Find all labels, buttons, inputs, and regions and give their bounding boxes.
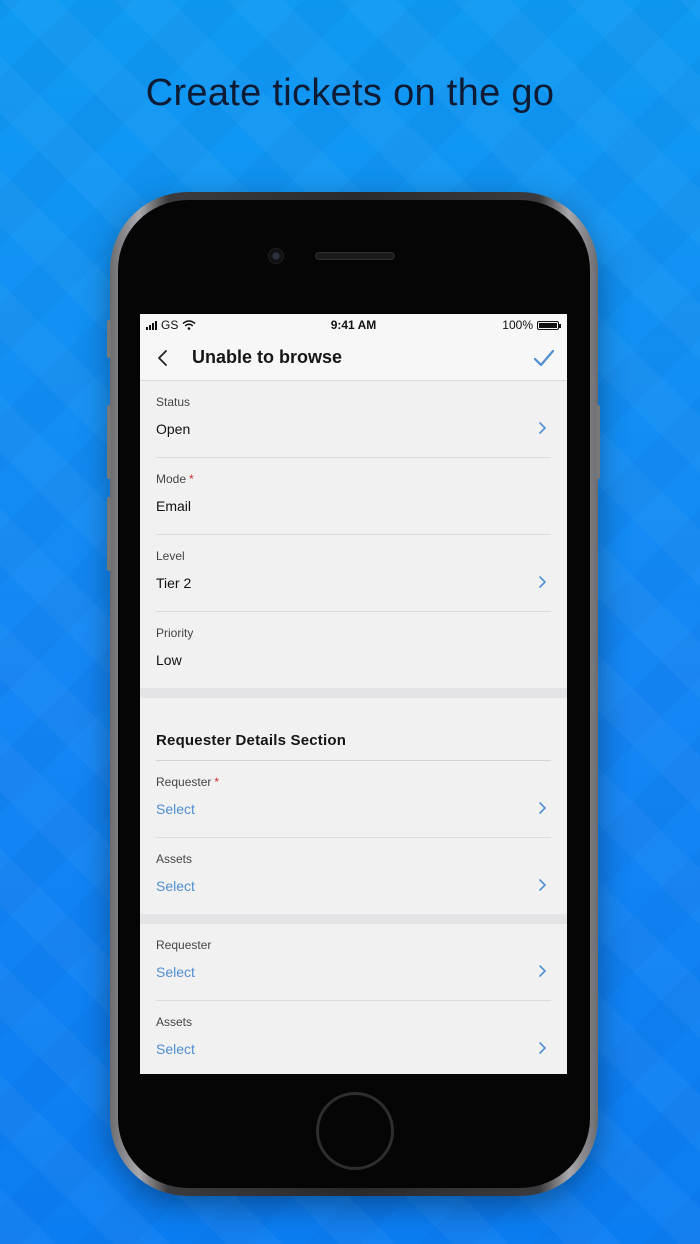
field-label: Requester *: [156, 775, 220, 789]
level-field[interactable]: Level Tier 2: [156, 535, 551, 612]
field-label: Priority: [156, 626, 194, 640]
required-marker: *: [214, 775, 220, 789]
chevron-right-icon: [539, 576, 547, 588]
navigation-bar: Unable to browse: [140, 336, 567, 381]
ticket-form: Status Open Mode * Email Level Tier 2 Pri…: [140, 381, 567, 688]
field-label: Mode *: [156, 472, 194, 486]
field-label: Status: [156, 395, 191, 409]
chevron-right-icon: [539, 1042, 547, 1054]
field-value: Tier 2: [156, 575, 192, 591]
chevron-right-icon: [539, 965, 547, 977]
battery-percent: 100%: [502, 318, 533, 332]
section-header: Requester Details Section: [156, 698, 551, 761]
home-button[interactable]: [316, 1092, 394, 1170]
side-button: [107, 320, 111, 358]
checkmark-icon[interactable]: [533, 348, 555, 368]
field-label: Requester: [156, 938, 212, 952]
headline: Create tickets on the go: [145, 72, 555, 114]
section-title: Requester Details Section: [156, 732, 347, 749]
app-screen: GS 9:41 AM 100% Unable to browse Status …: [140, 314, 567, 1074]
status-field[interactable]: Status Open: [156, 381, 551, 458]
earpiece-speaker: [315, 252, 395, 260]
chevron-right-icon: [539, 802, 547, 814]
extra-section: Requester Select Assets Select: [140, 924, 567, 1074]
field-value: Select: [156, 801, 195, 817]
field-value: Open: [156, 421, 191, 437]
requester-field[interactable]: Requester * Select: [156, 761, 551, 838]
section-divider: [140, 688, 567, 698]
section-divider: [140, 914, 567, 924]
status-right: 100%: [502, 318, 561, 332]
volume-down-button: [107, 497, 111, 571]
required-marker: *: [189, 472, 194, 486]
chevron-right-icon: [539, 422, 547, 434]
field-label: Assets: [156, 852, 193, 866]
assets-field[interactable]: Assets Select: [156, 1001, 551, 1074]
field-label: Assets: [156, 1015, 193, 1029]
field-value: Select: [156, 878, 195, 894]
battery-icon: [537, 320, 561, 330]
status-bar: GS 9:41 AM 100%: [140, 314, 567, 336]
power-button: [596, 405, 600, 479]
chevron-right-icon: [539, 879, 547, 891]
field-value: Select: [156, 964, 195, 980]
front-camera: [268, 248, 284, 264]
field-label: Level: [156, 549, 185, 563]
field-value: Low: [156, 652, 182, 668]
requester-field[interactable]: Requester Select: [156, 924, 551, 1001]
mode-field[interactable]: Mode * Email: [156, 458, 551, 535]
priority-field[interactable]: Priority Low: [156, 612, 551, 688]
field-value: Email: [156, 498, 192, 514]
assets-field[interactable]: Assets Select: [156, 838, 551, 914]
requester-section: Requester Details Section Requester * Sel…: [140, 698, 567, 914]
page-title: Unable to browse: [192, 347, 343, 367]
volume-up-button: [107, 405, 111, 479]
chevron-left-icon[interactable]: [154, 347, 174, 369]
field-value: Select: [156, 1041, 195, 1057]
